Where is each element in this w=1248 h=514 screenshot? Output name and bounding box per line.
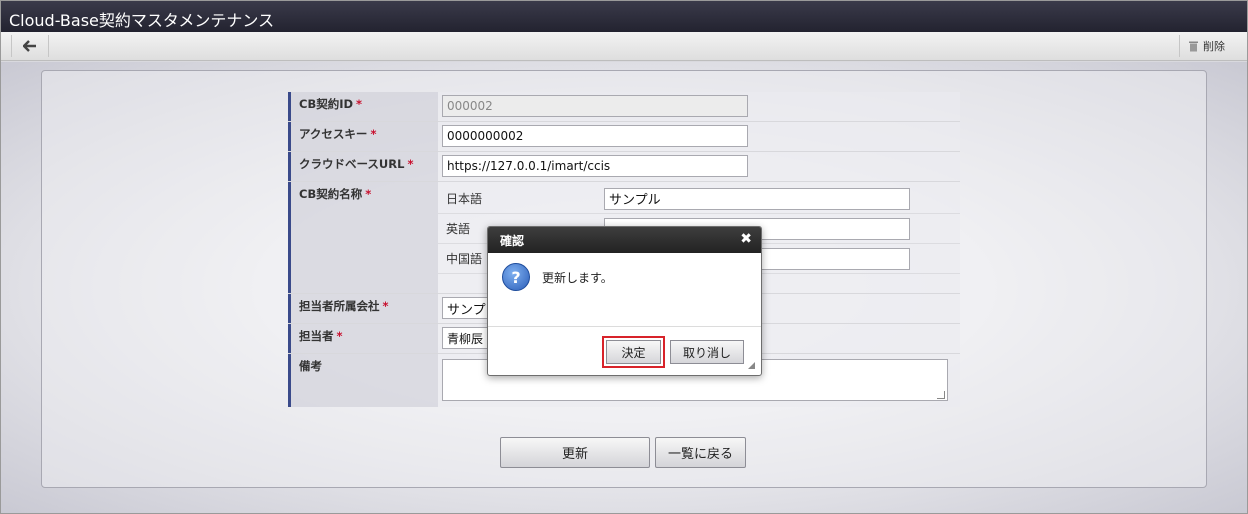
required-mark: *: [370, 127, 377, 141]
row-cloud-base-url: クラウドベースURL * https://127.0.0.1/imart/ccis: [288, 152, 960, 182]
remarks-label-text: 備考: [299, 359, 322, 373]
row-contract-id: CB契約ID * 000002: [288, 92, 960, 122]
cloud-base-url-label-text: クラウドベースURL: [299, 157, 405, 171]
delete-button[interactable]: 削除: [1179, 35, 1233, 57]
trash-icon: [1189, 41, 1198, 52]
row-access-key: アクセスキー * 0000000002: [288, 122, 960, 152]
dialog-title: 確認: [500, 234, 525, 248]
required-mark: *: [365, 187, 372, 201]
title-bar: Cloud-Base契約マスタメンテナンス: [1, 1, 1247, 32]
cloud-base-url-field[interactable]: https://127.0.0.1/imart/ccis: [442, 155, 748, 177]
dialog-footer: 決定 取り消し: [488, 327, 761, 375]
required-mark: *: [382, 299, 389, 313]
person-label: 担当者 *: [288, 324, 438, 353]
update-button[interactable]: 更新: [500, 437, 650, 468]
company-label-text: 担当者所属会社: [299, 299, 380, 313]
person-label-text: 担当者: [299, 329, 334, 343]
contract-id-field: 000002: [442, 95, 748, 117]
contract-id-label: CB契約ID *: [288, 92, 438, 121]
required-mark: *: [407, 157, 414, 171]
dialog-header: 確認 ✖: [488, 227, 761, 253]
ok-button-highlight: 決定: [602, 336, 665, 368]
back-button[interactable]: [11, 35, 49, 57]
contract-name-label: CB契約名称 *: [288, 182, 438, 293]
contract-id-label-text: CB契約ID: [299, 97, 354, 111]
company-label: 担当者所属会社 *: [288, 294, 438, 323]
remarks-label: 備考: [288, 354, 438, 407]
contract-name-ja-field[interactable]: サンプル: [604, 187, 910, 210]
back-to-list-button[interactable]: 一覧に戻る: [655, 437, 746, 468]
access-key-label-text: アクセスキー: [299, 127, 368, 141]
arrow-left-icon: [23, 40, 36, 52]
required-mark: *: [336, 329, 343, 343]
question-icon: ?: [502, 263, 530, 291]
dialog-resize-grip[interactable]: [748, 362, 755, 369]
contract-name-row-ja: 日本語 サンプル: [438, 184, 960, 214]
access-key-label: アクセスキー *: [288, 122, 438, 151]
ok-button[interactable]: 決定: [606, 340, 661, 364]
dialog-body: ? 更新します。: [488, 253, 761, 327]
required-mark: *: [356, 97, 363, 111]
app-window: Cloud-Base契約マスタメンテナンス 削除 CB契約ID * 000002 …: [0, 0, 1248, 514]
toolbar: 削除: [1, 32, 1247, 61]
close-icon[interactable]: ✖: [740, 231, 752, 247]
resize-grip[interactable]: [937, 391, 945, 399]
dialog-message: 更新します。: [542, 271, 613, 285]
cloud-base-url-label: クラウドベースURL *: [288, 152, 438, 181]
contract-name-label-text: CB契約名称: [299, 187, 363, 201]
delete-label: 削除: [1203, 40, 1225, 53]
page-title: Cloud-Base契約マスタメンテナンス: [9, 11, 275, 30]
lang-label-ja: 日本語: [446, 192, 483, 206]
confirm-dialog: 確認 ✖ ? 更新します。 決定 取り消し: [487, 226, 762, 376]
access-key-field[interactable]: 0000000002: [442, 125, 748, 147]
cancel-button[interactable]: 取り消し: [670, 340, 744, 364]
